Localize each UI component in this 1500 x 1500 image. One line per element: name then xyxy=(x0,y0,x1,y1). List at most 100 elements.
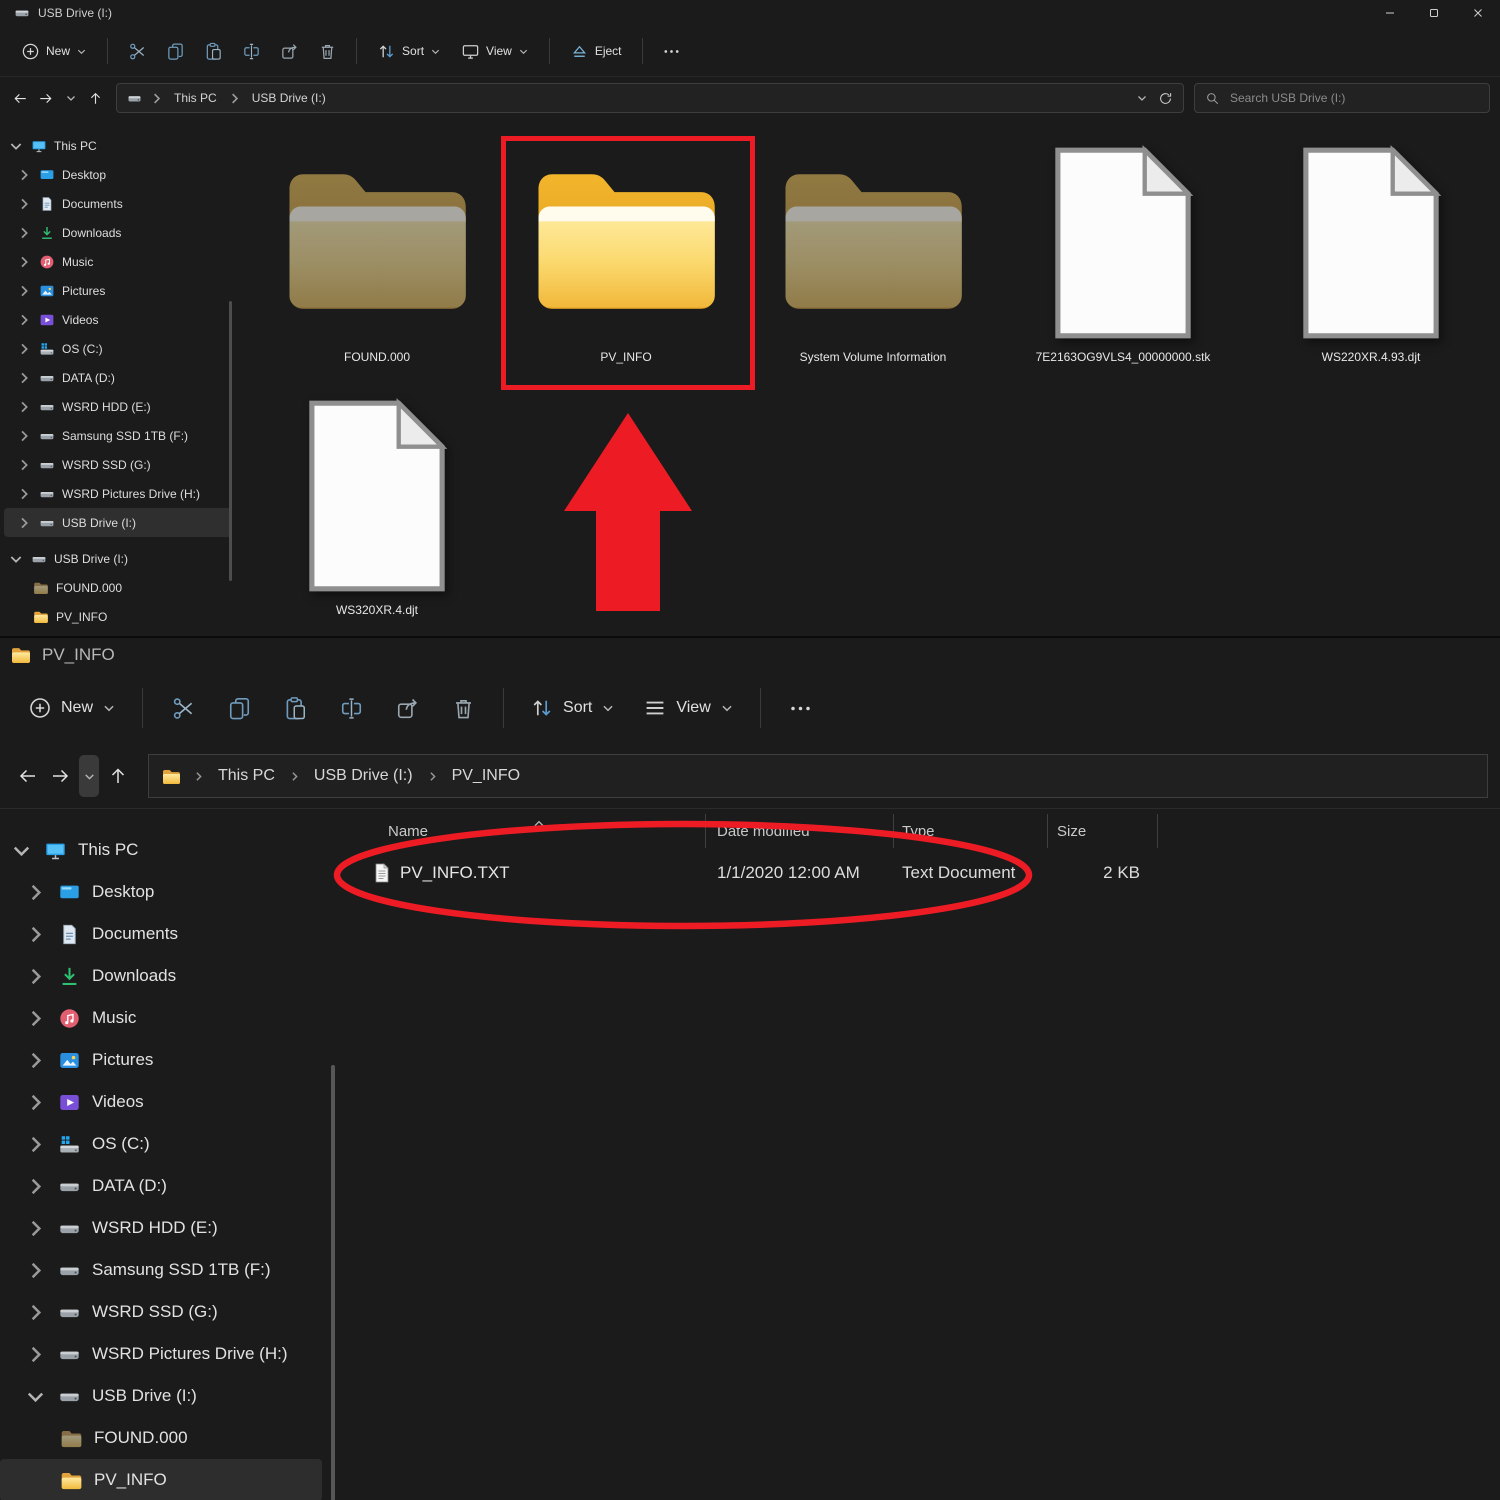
column-divider[interactable] xyxy=(1157,814,1158,848)
sidebar-item-os-c[interactable]: OS (C:) xyxy=(0,1123,336,1165)
chevron-right-icon[interactable] xyxy=(16,167,32,183)
sidebar-item-wsrd-hdd-e[interactable]: WSRD HDD (E:) xyxy=(0,1207,336,1249)
chevron-right-icon[interactable] xyxy=(24,1301,47,1324)
chevron-right-icon[interactable] xyxy=(16,312,32,328)
sidebar-item-wsrd-ssd-g[interactable]: WSRD SSD (G:) xyxy=(0,1291,336,1333)
up-button[interactable] xyxy=(102,758,134,794)
delete-button[interactable] xyxy=(437,686,489,730)
chevron-right-icon[interactable] xyxy=(16,254,32,270)
sidebar-item-usb-drive-selected[interactable]: USB Drive (I:) xyxy=(4,508,232,537)
chevron-right-icon[interactable] xyxy=(16,486,32,502)
sidebar-item-desktop[interactable]: Desktop xyxy=(0,871,336,913)
chevron-right-icon[interactable] xyxy=(16,225,32,241)
sidebar-item-usb-drive-section[interactable]: USB Drive (I:) xyxy=(0,544,240,573)
address-bar[interactable]: This PC USB Drive (I:) PV_INFO xyxy=(148,754,1488,798)
rename-button[interactable] xyxy=(233,35,269,67)
sidebar-item-this-pc[interactable]: This PC xyxy=(0,131,240,160)
file-tile-system-volume-information[interactable]: System Volume Information xyxy=(749,138,997,364)
sidebar-scrollbar[interactable] xyxy=(331,1065,335,1500)
chevron-down-icon[interactable] xyxy=(10,839,33,862)
sidebar-item-desktop[interactable]: Desktop xyxy=(0,160,240,189)
chevron-right-icon[interactable] xyxy=(16,428,32,444)
breadcrumb-this-pc[interactable]: This PC xyxy=(171,89,220,107)
breadcrumb-this-pc[interactable]: This PC xyxy=(215,765,278,787)
search-box[interactable] xyxy=(1194,83,1490,113)
breadcrumb-pv-info[interactable]: PV_INFO xyxy=(449,765,523,787)
search-input[interactable] xyxy=(1228,90,1479,106)
sidebar-item-music[interactable]: Music xyxy=(0,997,336,1039)
maximize-button[interactable] xyxy=(1412,0,1456,26)
paste-button[interactable] xyxy=(269,686,321,730)
share-button[interactable] xyxy=(271,35,307,67)
file-row-pv-info-txt[interactable]: PV_INFO.TXT 1/1/2020 12:00 AM Text Docum… xyxy=(336,851,1500,895)
view-button[interactable]: View xyxy=(631,688,745,728)
eject-button[interactable]: Eject xyxy=(561,37,631,66)
sidebar-item-wsrd-pictures-h[interactable]: WSRD Pictures Drive (H:) xyxy=(0,1333,336,1375)
forward-button[interactable] xyxy=(33,85,58,111)
column-divider[interactable] xyxy=(1047,814,1048,848)
sidebar-item-os-c[interactable]: OS (C:) xyxy=(0,334,240,363)
chevron-right-icon[interactable] xyxy=(16,341,32,357)
sidebar-item-samsung-ssd-f[interactable]: Samsung SSD 1TB (F:) xyxy=(0,421,240,450)
breadcrumb-usb-drive[interactable]: USB Drive (I:) xyxy=(249,89,329,107)
column-header-size[interactable]: Size xyxy=(1047,823,1157,840)
up-button[interactable] xyxy=(83,85,108,111)
chevron-right-icon[interactable] xyxy=(24,923,47,946)
sidebar-item-documents[interactable]: Documents xyxy=(0,913,336,955)
sidebar-item-documents[interactable]: Documents xyxy=(0,189,240,218)
breadcrumb-usb-drive[interactable]: USB Drive (I:) xyxy=(311,765,416,787)
chevron-right-icon[interactable] xyxy=(24,965,47,988)
file-tile-pv-info[interactable]: PV_INFO xyxy=(502,138,750,364)
chevron-right-icon[interactable] xyxy=(16,457,32,473)
new-button[interactable]: New xyxy=(12,37,96,66)
back-button[interactable] xyxy=(12,758,44,794)
chevron-right-icon[interactable] xyxy=(16,196,32,212)
close-button[interactable] xyxy=(1456,0,1500,26)
sidebar-item-wsrd-hdd-e[interactable]: WSRD HDD (E:) xyxy=(0,392,240,421)
chevron-down-icon[interactable] xyxy=(24,1385,47,1408)
sidebar-item-samsung-ssd-f[interactable]: Samsung SSD 1TB (F:) xyxy=(0,1249,336,1291)
recent-locations-button[interactable] xyxy=(79,755,99,797)
sort-button[interactable]: Sort xyxy=(368,37,450,66)
paste-button[interactable] xyxy=(195,35,231,67)
chevron-right-icon[interactable] xyxy=(24,1343,47,1366)
sidebar-item-data-d[interactable]: DATA (D:) xyxy=(0,363,240,392)
sidebar-item-pv-info-selected[interactable]: PV_INFO xyxy=(0,1459,322,1500)
column-header-date-modified[interactable]: Date modified xyxy=(705,823,893,840)
sidebar-item-usb-drive[interactable]: USB Drive (I:) xyxy=(0,1375,336,1417)
view-button[interactable]: View xyxy=(452,37,538,66)
file-tile-stk-file[interactable]: 7E2163OG9VLS4_00000000.stk xyxy=(999,138,1247,364)
chevron-right-icon[interactable] xyxy=(16,515,32,531)
minimize-button[interactable] xyxy=(1368,0,1412,26)
sidebar-item-pv-info[interactable]: PV_INFO xyxy=(0,602,240,631)
more-options-button[interactable] xyxy=(775,686,827,730)
file-tile-ws320xr-djt[interactable]: WS320XR.4.djt xyxy=(253,391,501,617)
chevron-right-icon[interactable] xyxy=(24,1133,47,1156)
chevron-right-icon[interactable] xyxy=(24,1217,47,1240)
sidebar-item-music[interactable]: Music xyxy=(0,247,240,276)
column-header-name[interactable]: Name xyxy=(336,823,705,840)
chevron-right-icon[interactable] xyxy=(24,1175,47,1198)
chevron-right-icon[interactable] xyxy=(24,1049,47,1072)
sidebar-scrollbar[interactable] xyxy=(229,301,232,581)
chevron-right-icon[interactable] xyxy=(24,1259,47,1282)
column-header-type[interactable]: Type xyxy=(893,823,1047,840)
sidebar-item-videos[interactable]: Videos xyxy=(0,305,240,334)
forward-button[interactable] xyxy=(44,758,76,794)
sort-button[interactable]: Sort xyxy=(518,688,627,728)
cut-button[interactable] xyxy=(119,35,155,67)
recent-locations-button[interactable] xyxy=(58,85,83,111)
chevron-down-icon[interactable] xyxy=(8,138,24,154)
sidebar-item-wsrd-pictures-h[interactable]: WSRD Pictures Drive (H:) xyxy=(0,479,240,508)
copy-button[interactable] xyxy=(213,686,265,730)
sidebar-item-wsrd-ssd-g[interactable]: WSRD SSD (G:) xyxy=(0,450,240,479)
sidebar-item-downloads[interactable]: Downloads xyxy=(0,218,240,247)
chevron-right-icon[interactable] xyxy=(16,283,32,299)
sidebar-item-pictures[interactable]: Pictures xyxy=(0,276,240,305)
sidebar-item-data-d[interactable]: DATA (D:) xyxy=(0,1165,336,1207)
refresh-icon[interactable] xyxy=(1158,91,1173,106)
chevron-right-icon[interactable] xyxy=(24,1007,47,1030)
sidebar-item-pictures[interactable]: Pictures xyxy=(0,1039,336,1081)
back-button[interactable] xyxy=(8,85,33,111)
new-button[interactable]: New xyxy=(16,688,128,728)
